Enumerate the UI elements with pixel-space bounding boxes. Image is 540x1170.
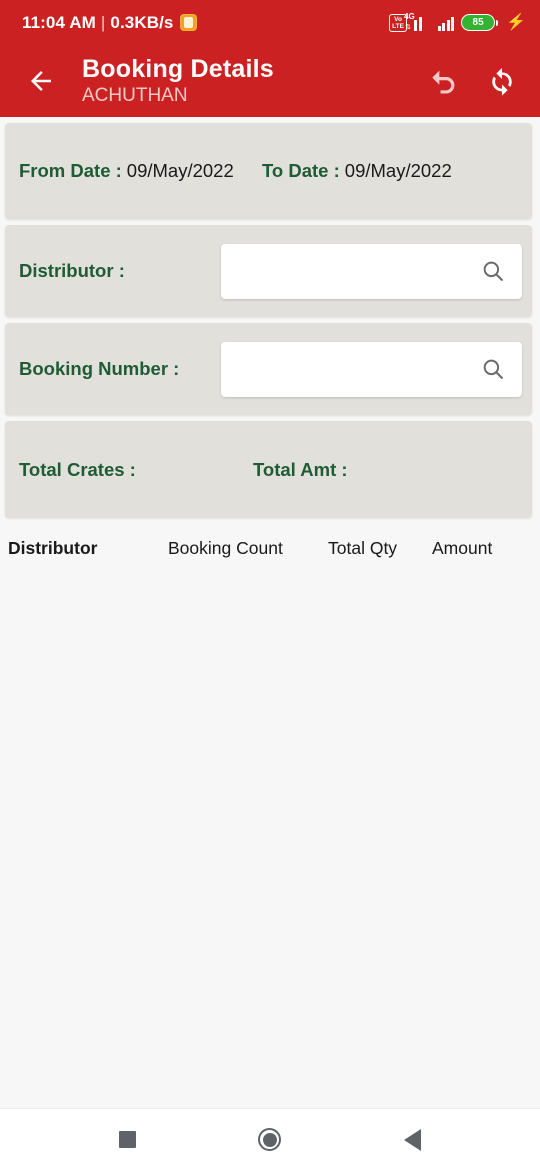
triangle-back-icon: [404, 1128, 422, 1151]
column-header-distributor: Distributor: [8, 537, 98, 558]
volte-top-label: Vo: [394, 15, 402, 23]
status-separator: |: [100, 12, 106, 32]
undo-button[interactable]: [422, 59, 466, 103]
data-usage-icon: [180, 14, 198, 31]
refresh-icon: [492, 67, 512, 96]
search-icon[interactable]: [480, 258, 506, 284]
signal-bars-sim2-icon: [437, 14, 455, 31]
home-button[interactable]: [238, 1116, 302, 1164]
booking-number-search-box[interactable]: [221, 341, 522, 397]
signal-bar: [442, 23, 446, 31]
battery-percent-label: 85: [472, 17, 484, 28]
distributor-search-box[interactable]: [221, 243, 522, 299]
back-button[interactable]: [20, 60, 62, 102]
signal-bar: [446, 20, 450, 31]
app-bar-actions: [422, 59, 524, 103]
signal-bar: [437, 26, 441, 31]
signal-bar: [451, 17, 455, 31]
total-amount-label: Total Amt :: [253, 458, 348, 480]
phone-screen: 11:04 AM | 0.3KB/s Vo LTE 4G ⇅ 85 ⚡ Book…: [0, 0, 540, 1170]
signal-bar: [418, 17, 422, 31]
app-bar: Booking Details ACHUTHAN: [0, 45, 540, 117]
distributor-card: Distributor :: [5, 225, 532, 317]
refresh-button[interactable]: [480, 59, 524, 103]
system-navigation-bar: [0, 1108, 540, 1170]
totals-card: Total Crates : Total Amt :: [5, 421, 532, 518]
status-bar-right: Vo LTE 4G ⇅ 85 ⚡: [389, 12, 526, 32]
booking-number-search-input[interactable]: [233, 359, 480, 379]
column-header-total-qty: Total Qty: [328, 537, 398, 558]
square-recents-icon: [118, 1131, 136, 1148]
undo-icon: [432, 70, 455, 94]
total-crates-label: Total Crates :: [19, 458, 136, 480]
signal-bars-sim1-icon: 4G ⇅: [404, 12, 431, 31]
search-icon[interactable]: [480, 356, 506, 382]
status-network-speed: 0.3KB/s: [110, 12, 174, 32]
from-date-value[interactable]: 09/May/2022: [127, 160, 234, 182]
column-header-amount: Amount: [432, 537, 493, 558]
total-crates-group: Total Crates :: [19, 459, 253, 481]
to-date-value[interactable]: 09/May/2022: [345, 160, 452, 182]
app-bar-titles: Booking Details ACHUTHAN: [82, 55, 422, 108]
page-subtitle: ACHUTHAN: [82, 84, 188, 106]
status-time: 11:04 AM: [22, 12, 96, 32]
arrow-left-icon: [31, 71, 51, 91]
to-date-group[interactable]: To Date : 09/May/2022: [262, 160, 452, 182]
date-range-card: From Date : 09/May/2022 To Date : 09/May…: [5, 123, 532, 219]
volte-bottom-label: LTE: [392, 22, 404, 30]
recents-button[interactable]: [95, 1116, 159, 1164]
circle-home-icon: [258, 1128, 282, 1151]
from-date-group[interactable]: From Date : 09/May/2022: [19, 160, 262, 182]
content-area: From Date : 09/May/2022 To Date : 09/May…: [0, 117, 540, 1108]
status-bar-left: 11:04 AM | 0.3KB/s: [22, 12, 198, 33]
from-date-label: From Date :: [19, 160, 122, 181]
battery-icon: 85: [461, 14, 499, 31]
data-arrows-icon: ⇅: [405, 24, 411, 31]
total-amount-group: Total Amt :: [253, 459, 348, 481]
to-date-label: To Date :: [262, 160, 340, 181]
status-bar: 11:04 AM | 0.3KB/s Vo LTE 4G ⇅ 85 ⚡: [0, 0, 540, 45]
distributor-search-input[interactable]: [233, 261, 480, 281]
results-table-header: Distributor Booking Count Total Qty Amou…: [0, 524, 540, 572]
distributor-label: Distributor :: [19, 260, 125, 281]
booking-number-label: Booking Number :: [19, 358, 180, 379]
signal-bar: [414, 20, 418, 31]
column-header-booking-count: Booking Count: [168, 537, 283, 558]
system-back-button[interactable]: [381, 1116, 445, 1164]
booking-number-card: Booking Number :: [5, 323, 532, 415]
network-type-label: 4G: [404, 12, 415, 21]
page-title: Booking Details: [82, 54, 274, 83]
charging-bolt-icon: ⚡: [506, 13, 526, 31]
